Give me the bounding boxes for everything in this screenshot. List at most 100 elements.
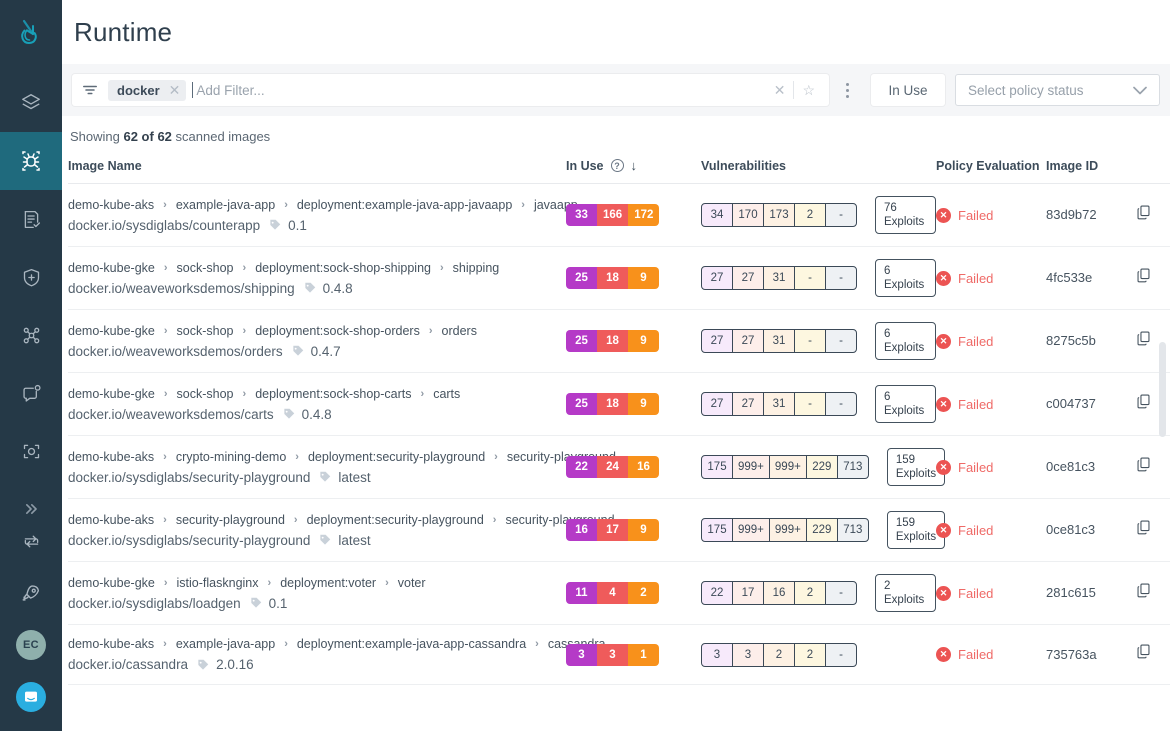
status-badge[interactable]: ✕ Failed xyxy=(936,207,1046,223)
breadcrumb-segment[interactable]: deployment:sock-shop-shipping xyxy=(255,261,431,275)
sidebar-item-network[interactable] xyxy=(0,306,62,364)
column-header-vulnerabilities[interactable]: Vulnerabilities xyxy=(701,144,936,184)
column-header-policy-evaluation[interactable]: Policy Evaluation xyxy=(936,144,1046,184)
in-use-button[interactable]: In Use xyxy=(871,74,945,106)
star-icon[interactable]: ☆ xyxy=(794,83,823,97)
copy-image-id-button[interactable] xyxy=(1136,457,1151,473)
image-path[interactable]: docker.io/sysdiglabs/counterapp xyxy=(68,218,260,233)
column-header-image-name[interactable]: Image Name xyxy=(68,144,566,184)
vulnerability-badges[interactable]: 175 999+ 999+ 229 713 xyxy=(701,455,869,479)
vulnerability-badges[interactable]: 27 27 31- - xyxy=(701,329,857,353)
copy-image-id-button[interactable] xyxy=(1136,268,1151,284)
sidebar-item-layers[interactable] xyxy=(0,74,62,132)
breadcrumb-segment[interactable]: deployment:example-java-app-cassandra xyxy=(297,637,526,651)
breadcrumb-segment[interactable]: deployment:security-playground xyxy=(308,450,485,464)
image-path[interactable]: docker.io/cassandra xyxy=(68,657,188,672)
breadcrumb-segment[interactable]: sock-shop xyxy=(177,387,234,401)
table-row[interactable]: demo-kube-gke › istio-flasknginx › deploymen… xyxy=(68,561,1170,625)
sidebar-item-getting-started[interactable] xyxy=(0,567,62,619)
chat-support-button[interactable] xyxy=(16,682,46,712)
filter-chip-docker[interactable]: docker ✕ xyxy=(108,79,187,101)
question-circle-icon[interactable]: ? xyxy=(610,159,624,172)
sidebar-item-vulnerability[interactable] xyxy=(0,132,62,190)
sidebar-item-events[interactable] xyxy=(0,364,62,422)
breadcrumb-segment[interactable]: voter xyxy=(398,576,426,590)
breadcrumb-segment[interactable]: demo-kube-aks xyxy=(68,450,154,464)
breadcrumb-segment[interactable]: demo-kube-aks xyxy=(68,513,154,527)
vulnerability-badges[interactable]: 22 17 16 2- xyxy=(701,581,857,605)
breadcrumb-segment[interactable]: deployment:example-java-app-javaapp xyxy=(297,198,512,212)
image-path[interactable]: docker.io/weaveworksdemos/shipping xyxy=(68,281,295,296)
breadcrumb-segment[interactable]: demo-kube-gke xyxy=(68,387,155,401)
copy-image-id-button[interactable] xyxy=(1136,331,1151,347)
status-badge[interactable]: ✕ Failed xyxy=(936,396,1046,412)
breadcrumb-segment[interactable]: deployment:sock-shop-orders xyxy=(255,324,420,338)
vulnerability-badges[interactable]: 175 999+ 999+ 229 713 xyxy=(701,518,869,542)
status-badge[interactable]: ✕ Failed xyxy=(936,270,1046,286)
scrollbar-thumb[interactable] xyxy=(1159,342,1166,437)
breadcrumb-segment[interactable]: crypto-mining-demo xyxy=(176,450,286,464)
breadcrumb-segment[interactable]: example-java-app xyxy=(176,198,275,212)
in-use-badge[interactable]: 11 4 2 xyxy=(566,582,659,604)
breadcrumb-segment[interactable]: demo-kube-aks xyxy=(68,637,154,651)
policy-status-select[interactable]: Select policy status xyxy=(955,74,1160,106)
table-scrollbar[interactable] xyxy=(1159,342,1166,731)
breadcrumb-segment[interactable]: example-java-app xyxy=(176,637,275,651)
filter-input-box[interactable]: docker ✕ ✕ ☆ xyxy=(72,74,829,106)
image-path[interactable]: docker.io/weaveworksdemos/orders xyxy=(68,344,283,359)
in-use-badge[interactable]: 22 24 16 xyxy=(566,456,659,478)
in-use-badge[interactable]: 33 166 172 xyxy=(566,204,660,226)
table-row[interactable]: demo-kube-gke › sock-shop › deployment:sock-… xyxy=(68,309,1170,373)
breadcrumb-segment[interactable]: demo-kube-gke xyxy=(68,261,155,275)
sidebar-item-policies[interactable] xyxy=(0,190,62,248)
breadcrumb-segment[interactable]: deployment:sock-shop-carts xyxy=(255,387,411,401)
breadcrumb-segment[interactable]: sock-shop xyxy=(177,261,234,275)
table-row[interactable]: demo-kube-aks › example-java-app › deploymen… xyxy=(68,624,1170,685)
in-use-badge[interactable]: 25 18 9 xyxy=(566,393,659,415)
in-use-badge[interactable]: 25 18 9 xyxy=(566,330,659,352)
image-path[interactable]: docker.io/sysdiglabs/loadgen xyxy=(68,596,241,611)
breadcrumb-segment[interactable]: sock-shop xyxy=(177,324,234,338)
sidebar-item-compliance[interactable] xyxy=(0,248,62,306)
breadcrumb-segment[interactable]: deployment:security-playground xyxy=(307,513,484,527)
kebab-menu-icon[interactable] xyxy=(833,74,861,106)
close-icon[interactable]: ✕ xyxy=(167,83,183,97)
breadcrumb-segment[interactable]: deployment:voter xyxy=(280,576,376,590)
exploits-button[interactable]: 6 Exploits xyxy=(875,322,936,360)
status-badge[interactable]: ✕ Failed xyxy=(936,585,1046,601)
in-use-badge[interactable]: 25 18 9 xyxy=(566,267,659,289)
close-icon[interactable]: ✕ xyxy=(766,83,794,97)
status-badge[interactable]: ✕ Failed xyxy=(936,522,1046,538)
breadcrumb-segment[interactable]: demo-kube-aks xyxy=(68,198,154,212)
avatar[interactable]: EC xyxy=(16,630,46,660)
status-badge[interactable]: ✕ Failed xyxy=(936,333,1046,349)
breadcrumb-segment[interactable]: carts xyxy=(433,387,460,401)
copy-image-id-button[interactable] xyxy=(1136,394,1151,410)
column-header-image-id[interactable]: Image ID xyxy=(1046,144,1170,184)
exploits-button[interactable]: 76 Exploits xyxy=(875,196,936,234)
exploits-button[interactable]: 6 Exploits xyxy=(875,385,936,423)
vulnerability-badges[interactable]: 3322- xyxy=(701,642,857,667)
add-filter-input[interactable] xyxy=(193,77,766,103)
status-badge[interactable]: ✕ Failed xyxy=(936,647,1046,662)
copy-image-id-button[interactable] xyxy=(1136,644,1151,660)
image-path[interactable]: docker.io/sysdiglabs/security-playground xyxy=(68,470,310,485)
breadcrumb-segment[interactable]: demo-kube-gke xyxy=(68,324,155,338)
sidebar-item-captures[interactable] xyxy=(0,422,62,480)
table-row[interactable]: demo-kube-aks › example-java-app › deploymen… xyxy=(68,183,1170,247)
vulnerability-badges[interactable]: 34 170 173 2- xyxy=(701,203,857,227)
table-row[interactable]: demo-kube-aks › crypto-mining-demo › deploym… xyxy=(68,435,1170,499)
copy-image-id-button[interactable] xyxy=(1136,205,1151,221)
copy-image-id-button[interactable] xyxy=(1136,520,1151,536)
breadcrumb-segment[interactable]: demo-kube-gke xyxy=(68,576,155,590)
column-header-in-use[interactable]: In Use ? ↓ xyxy=(566,144,701,184)
exploits-button[interactable]: 6 Exploits xyxy=(875,259,936,297)
image-path[interactable]: docker.io/sysdiglabs/security-playground xyxy=(68,533,310,548)
in-use-badge[interactable]: 331 xyxy=(566,643,659,666)
image-path[interactable]: docker.io/weaveworksdemos/carts xyxy=(68,407,274,422)
copy-image-id-button[interactable] xyxy=(1136,583,1151,599)
breadcrumb-segment[interactable]: shipping xyxy=(453,261,500,275)
table-row[interactable]: demo-kube-aks › security-playground › deploy… xyxy=(68,498,1170,562)
sysdig-logo[interactable] xyxy=(0,0,62,64)
sort-desc-arrow-icon[interactable]: ↓ xyxy=(631,158,638,173)
